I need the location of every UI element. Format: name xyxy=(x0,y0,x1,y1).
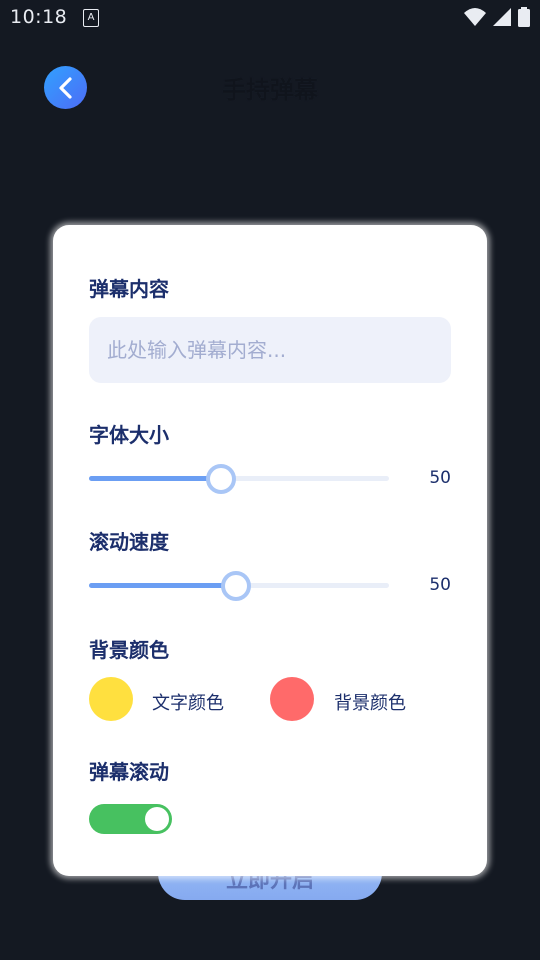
danmaku-content-input[interactable] xyxy=(89,317,451,383)
font-size-slider[interactable] xyxy=(89,463,389,494)
slider-fill xyxy=(89,476,221,481)
signal-icon xyxy=(493,8,511,26)
font-size-label: 字体大小 xyxy=(89,423,169,447)
toggle-knob xyxy=(145,807,169,831)
scroll-speed-label: 滚动速度 xyxy=(89,530,169,554)
wifi-icon xyxy=(464,8,486,26)
slider-fill xyxy=(89,583,236,588)
scroll-speed-slider[interactable] xyxy=(89,570,389,601)
text-color-label: 文字颜色 xyxy=(152,693,224,714)
notification-icon: A xyxy=(83,9,99,27)
colors-label: 背景颜色 xyxy=(89,638,169,662)
page-title: 手持弹幕 xyxy=(222,76,318,104)
status-time: 10:18 xyxy=(10,6,68,28)
bg-color-label: 背景颜色 xyxy=(334,693,406,714)
status-icons xyxy=(464,7,530,27)
status-bar: 10:18 A xyxy=(0,0,540,36)
scrolling-label: 弹幕滚动 xyxy=(89,760,169,784)
scrolling-toggle[interactable] xyxy=(89,804,172,834)
content-label: 弹幕内容 xyxy=(89,277,169,301)
slider-thumb[interactable] xyxy=(221,571,251,601)
font-size-value: 50 xyxy=(429,468,451,488)
battery-icon xyxy=(518,7,530,27)
scroll-speed-value: 50 xyxy=(429,575,451,595)
text-color-swatch[interactable] xyxy=(89,677,133,721)
slider-thumb[interactable] xyxy=(206,464,236,494)
settings-dialog: 弹幕内容 字体大小 50 滚动速度 50 背景颜色 文字颜色 背景颜色 弹幕滚动 xyxy=(53,225,487,876)
bg-color-swatch[interactable] xyxy=(270,677,314,721)
